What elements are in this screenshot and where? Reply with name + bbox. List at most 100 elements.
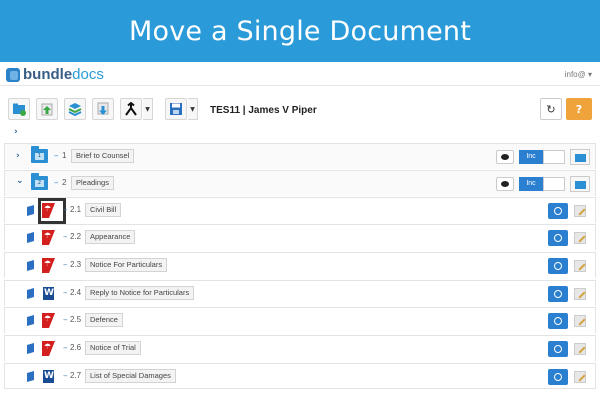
edit-icon[interactable]: [574, 371, 586, 383]
document-label[interactable]: Appearance: [85, 230, 136, 244]
drag-handle[interactable]: –: [63, 288, 68, 298]
comment-icon[interactable]: [496, 150, 514, 164]
merge-dropdown-toggle[interactable]: ▼: [143, 98, 153, 120]
document-number: 2.5: [70, 315, 82, 324]
drag-handle[interactable]: –: [63, 371, 68, 381]
folder-icon: 2: [31, 173, 48, 190]
logo-accent: docs: [72, 66, 104, 83]
help-button[interactable]: ?: [566, 98, 592, 120]
section-label[interactable]: Pleadings: [71, 176, 114, 190]
section-row-pleadings[interactable]: ⌄ 2 – 2 Pleadings Inc: [4, 170, 596, 196]
drag-handle[interactable]: –: [54, 151, 59, 161]
app-header: bundle docs info@ ▾: [0, 64, 600, 86]
pdf-icon: [42, 258, 55, 273]
document-row[interactable]: – 2.6 Notice of Trial: [4, 335, 596, 361]
document-label[interactable]: Notice of Trial: [85, 341, 141, 355]
drag-handle[interactable]: –: [63, 260, 68, 270]
word-doc-icon: [42, 369, 55, 384]
view-document-button[interactable]: [548, 230, 568, 246]
include-toggle[interactable]: Inc: [519, 150, 543, 164]
view-document-button[interactable]: [548, 258, 568, 274]
document-book-icon: [27, 288, 34, 299]
edit-icon[interactable]: [574, 205, 586, 217]
document-book-icon: [27, 232, 34, 243]
document-book-icon: [27, 371, 34, 382]
download-button[interactable]: [92, 98, 114, 120]
chevron-down-icon[interactable]: ⌄: [16, 176, 24, 186]
view-document-button[interactable]: [548, 203, 568, 219]
edit-icon[interactable]: [574, 260, 586, 272]
save-dropdown-toggle[interactable]: ▼: [188, 98, 198, 120]
document-row[interactable]: – 2.3 Notice For Particulars: [4, 252, 596, 278]
refresh-button[interactable]: ↻: [540, 98, 562, 120]
document-label[interactable]: Defence: [85, 313, 123, 327]
document-row[interactable]: – 2.4 Reply to Notice for Particulars: [4, 280, 596, 306]
document-book-icon: [27, 205, 34, 216]
document-number: 2.3: [70, 260, 82, 269]
view-document-button[interactable]: [548, 341, 568, 357]
edit-icon[interactable]: [574, 315, 586, 327]
include-toggle-off[interactable]: [543, 150, 565, 164]
document-label[interactable]: Civil Bill: [85, 203, 122, 217]
document-book-icon: [27, 315, 34, 326]
drag-handle[interactable]: –: [63, 232, 68, 242]
document-book-icon: [27, 260, 34, 271]
drag-handle[interactable]: –: [63, 315, 68, 325]
user-menu[interactable]: info@ ▾: [565, 70, 592, 79]
drag-handle[interactable]: –: [63, 205, 68, 215]
view-document-button[interactable]: [548, 286, 568, 302]
pdf-icon: [42, 230, 55, 245]
section-row-brief-to-counsel[interactable]: › 1 – 1 Brief to Counsel Inc: [4, 143, 596, 169]
add-stack-button[interactable]: [64, 98, 86, 120]
drag-handle[interactable]: –: [63, 343, 68, 353]
document-row[interactable]: – 2.7 List of Special Damages: [4, 363, 596, 389]
include-toggle[interactable]: Inc: [519, 177, 543, 191]
section-label[interactable]: Brief to Counsel: [71, 149, 135, 163]
document-row[interactable]: – 2.1 Civil Bill: [4, 197, 596, 224]
document-number: 2.7: [70, 371, 82, 380]
new-folder-icon: [13, 103, 26, 116]
add-stack-icon: [68, 103, 82, 116]
document-row[interactable]: – 2.5 Defence: [4, 307, 596, 333]
help-icon: ?: [575, 102, 583, 116]
document-title: TES11 | James V Piper: [210, 105, 317, 116]
view-document-button[interactable]: [548, 369, 568, 385]
pdf-icon: [42, 313, 55, 328]
download-icon: [97, 102, 109, 115]
tutorial-banner: Move a Single Document: [0, 0, 600, 62]
edit-icon[interactable]: [574, 232, 586, 244]
word-doc-icon: [42, 286, 55, 301]
document-number: 2.4: [70, 288, 82, 297]
document-row[interactable]: – 2.2 Appearance: [4, 224, 596, 250]
document-label[interactable]: List of Special Damages: [85, 369, 176, 383]
upload-button[interactable]: [36, 98, 58, 120]
refresh-icon: ↻: [546, 102, 556, 116]
include-toggle-off[interactable]: [543, 177, 565, 191]
banner-title: Move a Single Document: [129, 15, 471, 47]
document-book-icon: [27, 343, 34, 354]
bundledocs-logo[interactable]: bundle docs: [6, 66, 104, 83]
drag-handle[interactable]: –: [54, 178, 59, 188]
merge-button[interactable]: [120, 98, 142, 120]
logo-main: bundle: [23, 66, 73, 83]
root-expand-chevron[interactable]: ›: [14, 127, 18, 137]
document-label[interactable]: Reply to Notice for Particulars: [85, 286, 195, 300]
folder-action-button[interactable]: [570, 149, 590, 165]
document-number: 2.2: [70, 232, 82, 241]
section-number: 2: [62, 178, 67, 187]
edit-icon[interactable]: [574, 288, 586, 300]
document-label[interactable]: Notice For Particulars: [85, 258, 168, 272]
folder-action-button[interactable]: [570, 176, 590, 192]
new-folder-button[interactable]: [8, 98, 30, 120]
chevron-down-icon: ▼: [190, 105, 195, 113]
chevron-right-icon[interactable]: ›: [16, 151, 20, 161]
pdf-icon: [42, 341, 55, 356]
document-number: 2.6: [70, 343, 82, 352]
comment-icon[interactable]: [496, 177, 514, 191]
save-icon: [170, 103, 182, 115]
save-button[interactable]: [165, 98, 187, 120]
edit-icon[interactable]: [574, 343, 586, 355]
logo-icon: [6, 67, 20, 82]
view-document-button[interactable]: [548, 313, 568, 329]
section-number: 1: [62, 151, 67, 160]
